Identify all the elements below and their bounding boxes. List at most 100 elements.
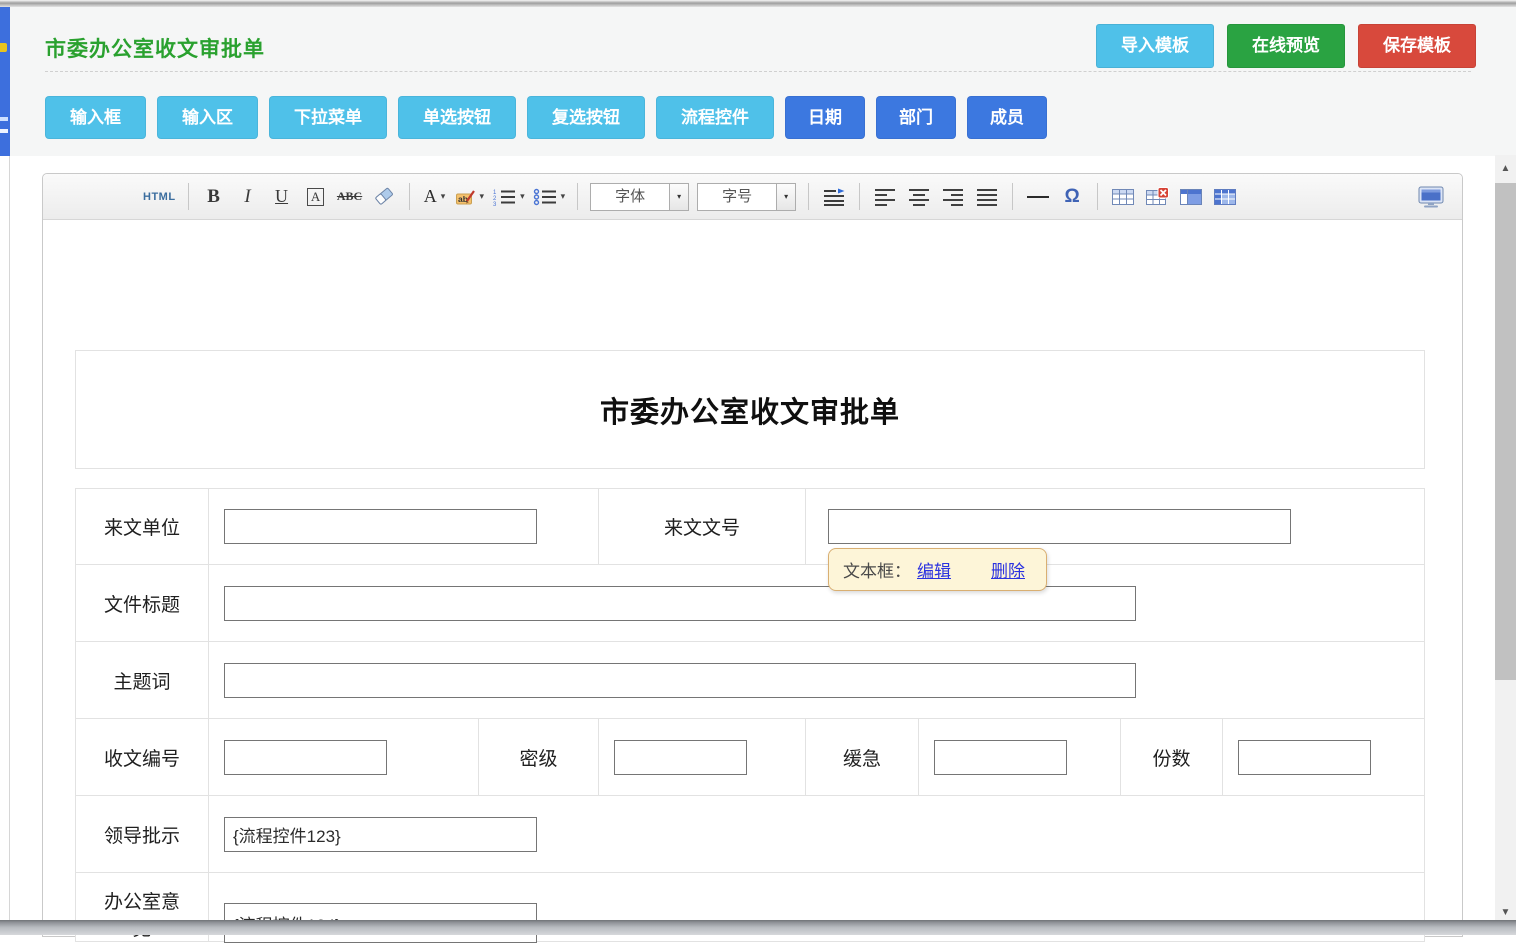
cell-properties-icon: [1213, 187, 1237, 207]
sidebar-fragment: [0, 43, 7, 52]
add-flow-control-button[interactable]: 流程控件: [656, 96, 774, 139]
table-cell: [209, 719, 479, 795]
form-title: 市委办公室收文审批单: [600, 389, 900, 431]
add-department-button[interactable]: 部门: [876, 96, 956, 139]
omega-icon: Ω: [1065, 186, 1080, 208]
chevron-down-icon[interactable]: ▾: [669, 184, 688, 210]
tooltip-type-label: 文本框：: [843, 557, 911, 582]
char-border-icon: A: [307, 188, 324, 206]
char-border-button[interactable]: A: [299, 181, 333, 213]
form-table: 来文单位 来文文号 文件标题 主题词 收文编号: [75, 488, 1425, 942]
add-radio-button[interactable]: 单选按钮: [398, 96, 516, 139]
sidebar-fragment: [0, 117, 8, 121]
table-row: 主题词: [76, 642, 1424, 719]
urgency-input[interactable]: [934, 740, 1067, 775]
align-right-button[interactable]: [936, 181, 970, 213]
align-left-button[interactable]: [868, 181, 902, 213]
delete-control-link[interactable]: 删除: [991, 557, 1025, 582]
strikethrough-button[interactable]: ABC: [333, 181, 367, 213]
html-source-button[interactable]: HTML: [139, 181, 180, 213]
scroll-down-icon: ▼: [1501, 907, 1511, 918]
copies-input[interactable]: [1238, 740, 1371, 775]
edit-control-link[interactable]: 编辑: [917, 557, 951, 582]
unordered-list-button[interactable]: ▾: [529, 181, 570, 213]
html-source-icon: HTML: [143, 191, 176, 203]
scroll-up-button[interactable]: ▲: [1495, 155, 1516, 181]
urgency-label: 缓急: [843, 744, 881, 771]
font-size-select[interactable]: 字号 ▾: [697, 183, 796, 211]
horizontal-rule-button[interactable]: [1021, 181, 1055, 213]
table-cell: 文件标题: [76, 565, 209, 641]
source-unit-input[interactable]: [224, 509, 537, 544]
vertical-scrollbar[interactable]: ▲ ▼: [1495, 155, 1516, 925]
table-cell: [209, 642, 1422, 718]
add-textarea-button[interactable]: 输入区: [157, 96, 258, 139]
add-date-button[interactable]: 日期: [785, 96, 865, 139]
secrecy-input[interactable]: [614, 740, 747, 775]
add-checkbox-button[interactable]: 复选按钮: [527, 96, 645, 139]
table-cell: 密级: [479, 719, 599, 795]
leader-comment-input[interactable]: [224, 817, 537, 852]
editor-toolbar: HTML B I U A ABC A ▾ ab: [43, 174, 1462, 220]
align-right-icon: [942, 188, 964, 206]
receipt-no-input[interactable]: [224, 740, 387, 775]
add-member-button[interactable]: 成员: [967, 96, 1047, 139]
font-color-button[interactable]: A ▾: [418, 181, 452, 213]
page-header: 市委办公室收文审批单 导入模板 在线预览 保存模板 输入框 输入区 下拉菜单 单…: [10, 7, 1516, 156]
keywords-label: 主题词: [113, 667, 170, 694]
toolbar-separator: [1097, 183, 1098, 210]
toolbar-separator: [577, 183, 578, 210]
remove-format-button[interactable]: [367, 181, 401, 213]
table-cell: 领导批示: [76, 796, 209, 872]
source-unit-label: 来文单位: [104, 513, 180, 540]
scrollbar-thumb[interactable]: [1495, 183, 1516, 680]
table-cell: 份数: [1121, 719, 1223, 795]
highlight-button[interactable]: ab ▾: [452, 181, 489, 213]
cell-properties-button[interactable]: [1208, 181, 1242, 213]
underline-button[interactable]: U: [265, 181, 299, 213]
strikethrough-icon: ABC: [337, 189, 362, 204]
table-cell: 收文编号: [76, 719, 209, 795]
fullscreen-button[interactable]: [1414, 181, 1448, 213]
insert-table-button[interactable]: [1106, 181, 1140, 213]
align-center-icon: [908, 188, 930, 206]
underline-icon: U: [275, 186, 288, 207]
add-input-box-button[interactable]: 输入框: [45, 96, 146, 139]
chevron-down-icon[interactable]: ▾: [776, 184, 795, 210]
italic-button[interactable]: I: [231, 181, 265, 213]
svg-text:3: 3: [493, 202, 497, 206]
secrecy-label: 密级: [519, 744, 557, 771]
bold-icon: B: [207, 186, 220, 208]
receipt-no-label: 收文编号: [104, 744, 180, 771]
align-center-button[interactable]: [902, 181, 936, 213]
highlight-icon: ab: [456, 188, 476, 206]
add-dropdown-button[interactable]: 下拉菜单: [269, 96, 387, 139]
font-size-value: 字号: [698, 184, 776, 210]
table-cell: 主题词: [76, 642, 209, 718]
delete-table-icon: [1145, 187, 1169, 207]
toolbar-separator: [409, 183, 410, 210]
chevron-down-icon: ▾: [480, 191, 485, 202]
special-char-button[interactable]: Ω: [1055, 181, 1089, 213]
chevron-down-icon: ▾: [520, 191, 525, 202]
chevron-down-icon: ▾: [561, 191, 566, 202]
align-justify-button[interactable]: [970, 181, 1004, 213]
table-row: 来文单位 来文文号: [76, 489, 1424, 565]
bold-button[interactable]: B: [197, 181, 231, 213]
table-cell: [599, 719, 806, 795]
control-tooltip: 文本框： 编辑 删除: [828, 548, 1047, 591]
ordered-list-button[interactable]: 1 2 3 ▾: [488, 181, 529, 213]
unordered-list-icon: [533, 188, 557, 206]
indent-button[interactable]: [817, 181, 851, 213]
delete-table-button[interactable]: [1140, 181, 1174, 213]
keywords-input[interactable]: [224, 663, 1136, 698]
insert-table-icon: [1111, 187, 1135, 207]
doc-number-label: 来文文号: [664, 513, 740, 540]
table-cell: 来文文号: [599, 489, 806, 564]
doc-number-input[interactable]: [828, 509, 1291, 544]
online-preview-button[interactable]: 在线预览: [1227, 24, 1345, 68]
save-template-button[interactable]: 保存模板: [1358, 24, 1476, 68]
table-properties-button[interactable]: [1174, 181, 1208, 213]
font-family-select[interactable]: 字体 ▾: [590, 183, 689, 211]
import-template-button[interactable]: 导入模板: [1096, 24, 1214, 68]
